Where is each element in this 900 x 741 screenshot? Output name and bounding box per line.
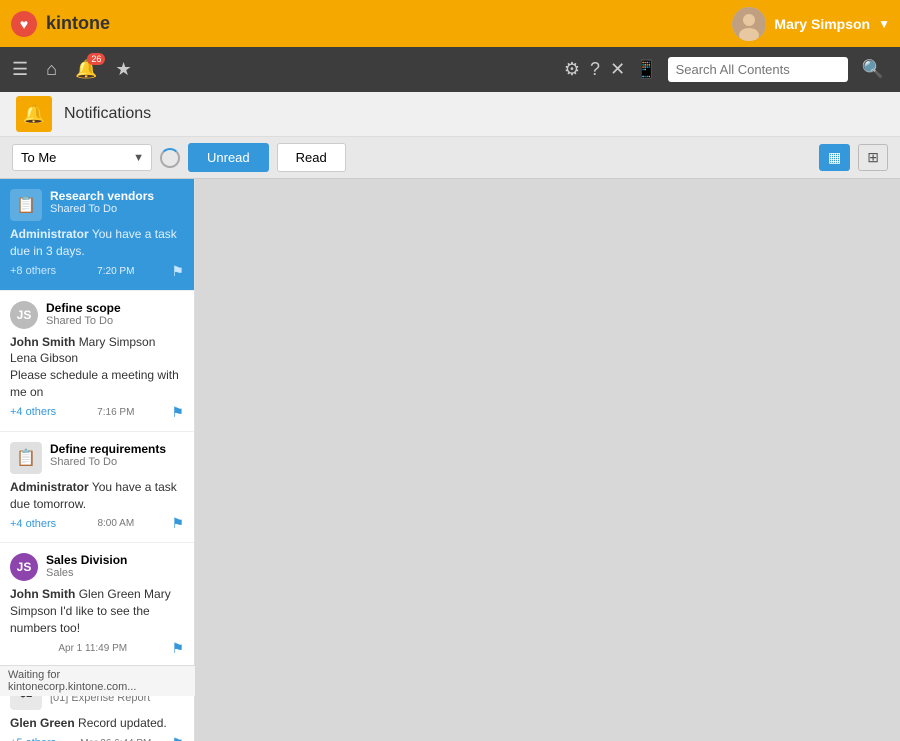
settings-icon[interactable]: ⚙ <box>564 59 580 80</box>
flag-icon[interactable]: ⚑ <box>171 640 184 657</box>
home-icon[interactable]: ⌂ <box>46 59 57 80</box>
item-subtitle: Sales <box>46 567 184 579</box>
filter-dropdown-wrapper: To Me From Me All ▼ <box>12 144 152 171</box>
list-item[interactable]: 📋 Define requirements Shared To Do Admin… <box>0 432 194 544</box>
logo-text: kintone <box>46 13 110 34</box>
read-tab[interactable]: Read <box>277 143 346 172</box>
app-icon: 📋 <box>10 189 42 221</box>
filter-right: ▦ ⊞ <box>819 144 888 171</box>
list-item[interactable]: 📋 Research vendors Shared To Do Administ… <box>0 179 194 291</box>
item-subtitle: Shared To Do <box>50 203 184 215</box>
item-others: +4 others <box>10 518 56 530</box>
help-icon[interactable]: ? <box>590 59 600 80</box>
nav-bar: ☰ ⌂ 🔔 26 ★ ⚙ ? ✕ 📱 🔍 <box>0 47 900 92</box>
chevron-down-icon: ▼ <box>878 17 890 31</box>
svg-text:♥: ♥ <box>20 16 28 32</box>
user-name: Mary Simpson <box>774 16 870 32</box>
item-preview: Record updated. <box>78 716 167 730</box>
notification-badge: 26 <box>87 53 105 65</box>
unread-tab[interactable]: Unread <box>188 143 269 172</box>
avatar <box>732 7 766 41</box>
bell-icon: 🔔 <box>16 96 52 132</box>
item-subtitle: Shared To Do <box>46 315 184 327</box>
logo-area: ♥ kintone <box>10 10 110 38</box>
item-preview: Please schedule a meeting with me on <box>10 368 179 399</box>
notification-list: 📋 Research vendors Shared To Do Administ… <box>0 179 195 741</box>
item-title: Sales Division <box>46 553 184 567</box>
item-title: Research vendors <box>50 189 184 203</box>
nav-right: ⚙ ? ✕ 📱 🔍 <box>564 57 888 82</box>
item-others: +5 others <box>10 737 56 741</box>
flag-icon[interactable]: ⚑ <box>171 515 184 532</box>
item-sender: John Smith <box>10 587 75 601</box>
filter-dropdown[interactable]: To Me From Me All <box>12 144 152 171</box>
status-text: Waiting for kintonecorp.kintone.com... <box>8 669 136 693</box>
notification-icon[interactable]: 🔔 26 <box>75 59 97 80</box>
list-item[interactable]: JS Sales Division Sales John Smith Glen … <box>0 543 194 667</box>
avatar: JS <box>10 553 38 581</box>
item-time: 8:00 AM <box>97 518 134 529</box>
item-others: +4 others <box>10 406 56 418</box>
search-button[interactable]: 🔍 <box>858 59 888 80</box>
avatar: JS <box>10 301 38 329</box>
item-sender: Administrator <box>10 480 89 494</box>
item-title: Define requirements <box>50 442 184 456</box>
flag-icon[interactable]: ⚑ <box>171 263 184 280</box>
item-others: +8 others <box>10 265 56 277</box>
item-subtitle: Shared To Do <box>50 456 184 468</box>
status-bar: Waiting for kintonecorp.kintone.com... <box>0 665 195 696</box>
logo-icon: ♥ <box>10 10 38 38</box>
nav-left: ☰ ⌂ 🔔 26 ★ <box>12 59 132 80</box>
app-icon: 📋 <box>10 442 42 474</box>
mobile-icon[interactable]: 📱 <box>635 59 657 80</box>
detail-panel <box>195 179 900 741</box>
star-icon[interactable]: ★ <box>115 59 131 80</box>
item-time: Apr 1 11:49 PM <box>58 643 127 654</box>
user-area[interactable]: Mary Simpson ▼ <box>732 7 890 41</box>
close-icon[interactable]: ✕ <box>610 59 625 80</box>
grid-view-button[interactable]: ⊞ <box>858 144 888 171</box>
loading-spinner <box>160 148 180 168</box>
item-title: Define scope <box>46 301 184 315</box>
top-header: ♥ kintone Mary Simpson ▼ <box>0 0 900 47</box>
menu-icon[interactable]: ☰ <box>12 59 28 80</box>
list-item[interactable]: JS Define scope Shared To Do John Smith … <box>0 291 194 432</box>
flag-icon[interactable]: ⚑ <box>171 735 184 741</box>
item-time: 7:20 PM <box>97 266 134 277</box>
item-sender: Administrator <box>10 227 89 241</box>
list-view-button[interactable]: ▦ <box>819 144 850 171</box>
item-sender: John Smith <box>10 335 75 349</box>
search-input[interactable] <box>668 57 848 82</box>
filter-left: To Me From Me All ▼ Unread Read <box>12 143 346 172</box>
item-time: 7:16 PM <box>97 407 134 418</box>
flag-icon[interactable]: ⚑ <box>171 404 184 421</box>
filter-bar: To Me From Me All ▼ Unread Read ▦ ⊞ <box>0 137 900 179</box>
notifications-title: Notifications <box>64 105 151 123</box>
item-time: Mar 26 6:44 PM <box>80 738 151 741</box>
notifications-header: 🔔 Notifications <box>0 92 900 137</box>
main-content: 📋 Research vendors Shared To Do Administ… <box>0 179 900 741</box>
item-sender: Glen Green <box>10 716 75 730</box>
